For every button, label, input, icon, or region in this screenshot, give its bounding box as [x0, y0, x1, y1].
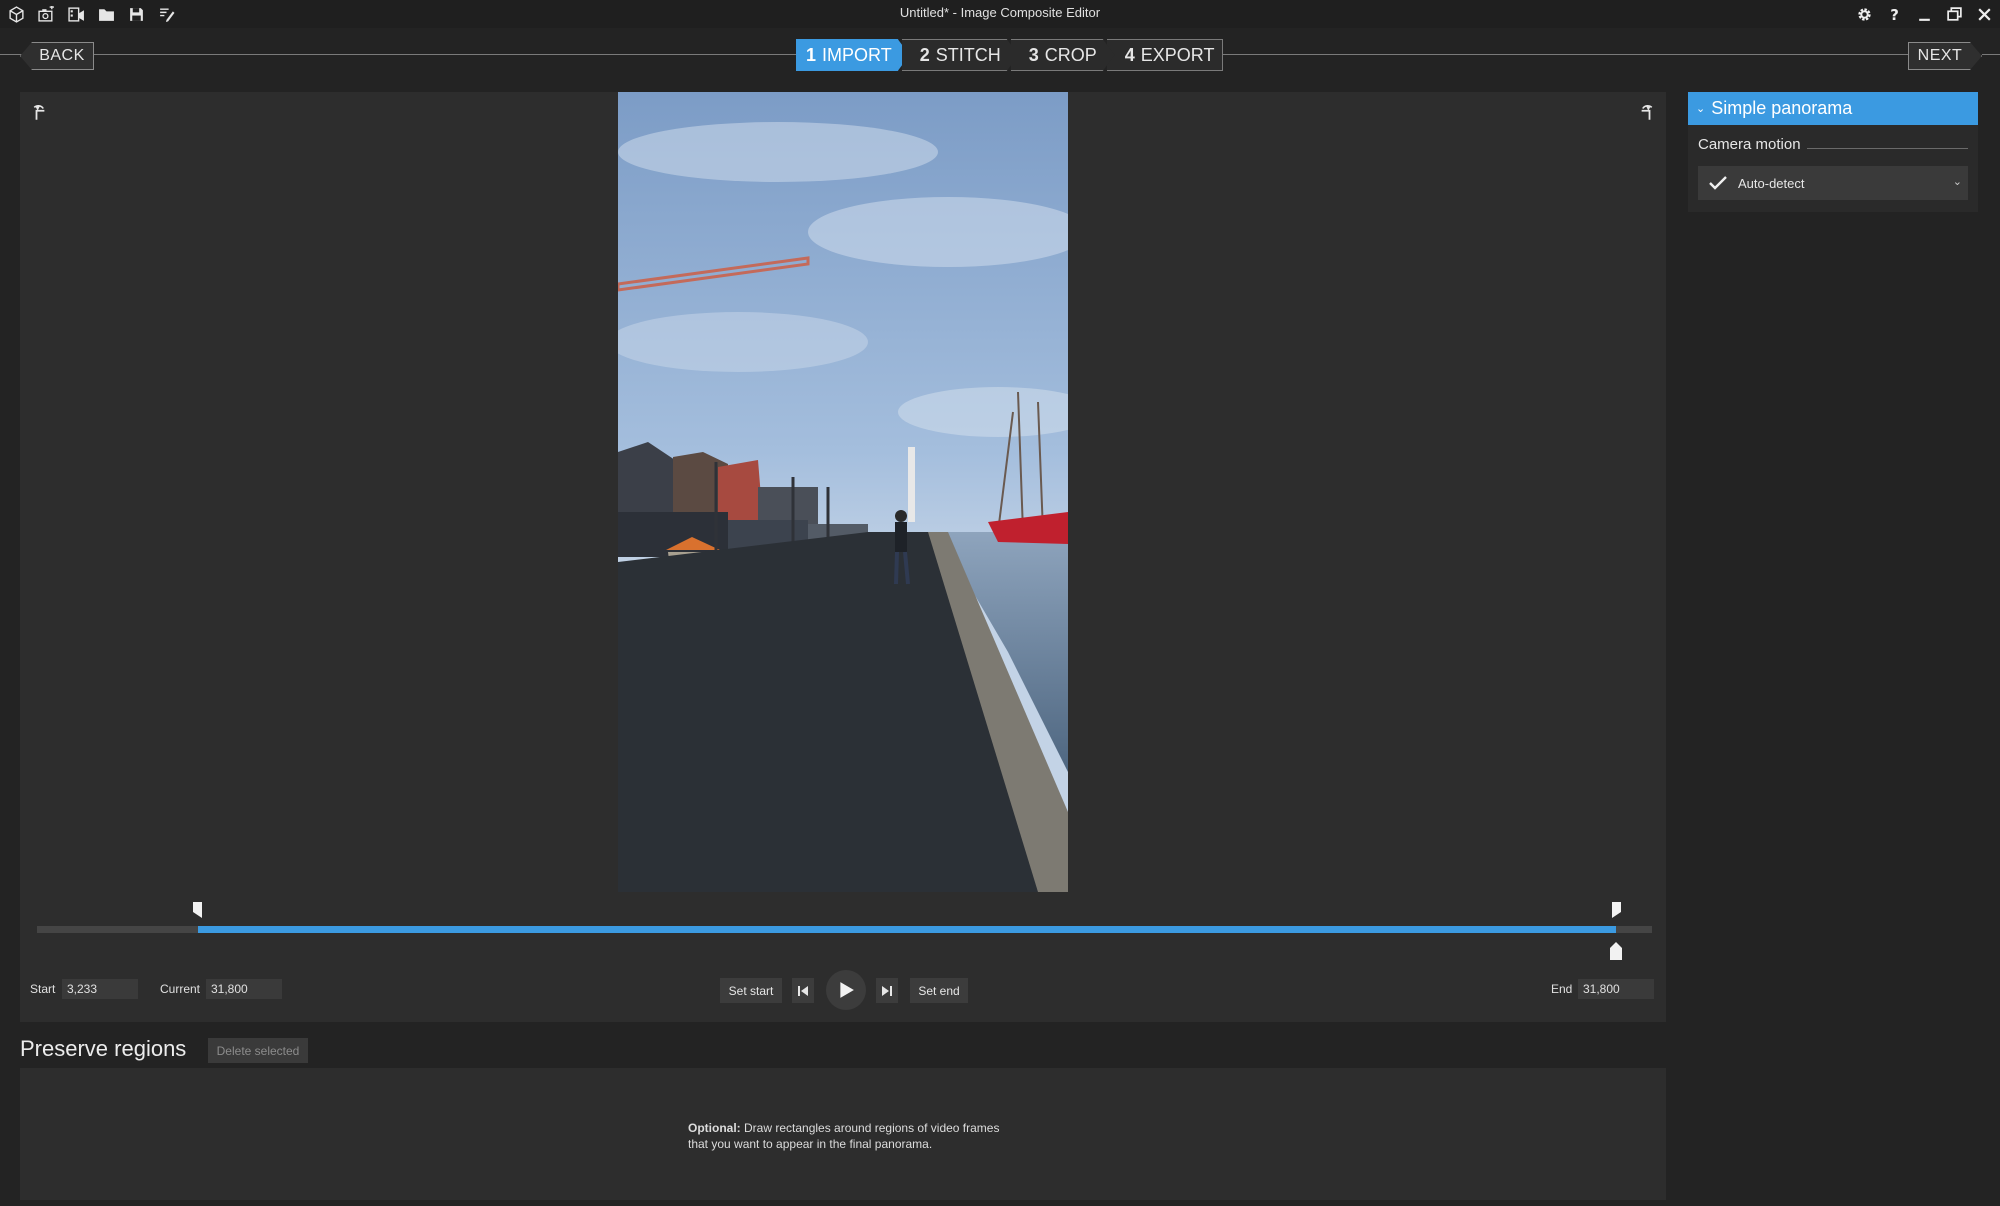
step-label: STITCH — [935, 44, 1001, 65]
tab-crop[interactable]: 3 CROP — [1011, 39, 1115, 71]
video-frame-preview[interactable] — [618, 92, 1068, 892]
step-label: IMPORT — [822, 44, 892, 65]
tab-export[interactable]: 4 EXPORT — [1106, 39, 1224, 71]
play-button[interactable] — [826, 970, 866, 1010]
delete-selected-button[interactable]: Delete selected — [208, 1038, 308, 1063]
chevron-down-icon: ⌄ — [1952, 176, 1962, 188]
camera-motion-value: Auto-detect — [1738, 175, 1805, 191]
back-button[interactable]: BACK — [20, 42, 94, 70]
step-tabs: 1 IMPORT 2 STITCH 3 CROP 4 EXPORT — [796, 39, 1224, 71]
nav-divider-line — [94, 54, 796, 55]
window-controls: ? — [1854, 3, 1994, 25]
simple-panorama-header[interactable]: ⌄ Simple panorama — [1688, 92, 1978, 125]
video-preview-panel: Start 3,233 Current 31,800 Set start Set… — [20, 92, 1666, 1022]
step-number: 2 — [919, 44, 930, 65]
hint-bold-label: Optional: — [688, 1121, 741, 1135]
title-bar: Untitled* - Image Composite Editor ? — [0, 0, 2000, 28]
panel-header-label: Simple panorama — [1711, 98, 1853, 118]
start-label: Start — [30, 982, 56, 996]
rotate-right-icon[interactable] — [1634, 102, 1656, 124]
nav-divider-line — [1204, 54, 1908, 55]
play-icon — [840, 982, 854, 998]
next-button[interactable]: NEXT — [1908, 42, 1982, 70]
camera-motion-dropdown[interactable]: Auto-detect ⌄ — [1698, 166, 1968, 200]
tab-stitch[interactable]: 2 STITCH — [902, 39, 1019, 71]
current-frame-field[interactable]: 31,800 — [206, 979, 282, 999]
panorama-settings-panel: ⌄ Simple panorama Camera motion Auto-det… — [1688, 92, 1978, 212]
preserve-regions-title: Preserve regions — [20, 1036, 187, 1061]
help-icon[interactable]: ? — [1884, 3, 1904, 25]
start-frame-field[interactable]: 3,233 — [62, 979, 138, 999]
nav-divider-line — [0, 54, 22, 55]
minimize-icon[interactable] — [1914, 3, 1934, 25]
restore-icon[interactable] — [1944, 3, 1964, 25]
checkmark-icon — [1698, 175, 1738, 191]
step-number: 1 — [806, 44, 817, 65]
step-number: 4 — [1124, 44, 1135, 65]
nav-divider-line — [1982, 54, 2000, 55]
skip-forward-icon — [882, 985, 892, 996]
gear-icon[interactable] — [1854, 3, 1874, 25]
skip-back-icon — [798, 985, 808, 996]
step-label: EXPORT — [1140, 44, 1215, 65]
next-frame-button[interactable] — [876, 978, 898, 1003]
preserve-regions-panel[interactable]: Optional: Draw rectangles around regions… — [20, 1068, 1666, 1200]
preserve-regions-hint: Optional: Draw rectangles around regions… — [688, 1120, 1008, 1152]
tab-import[interactable]: 1 IMPORT — [796, 39, 910, 71]
chevron-down-icon: ⌄ — [1696, 103, 1706, 115]
camera-motion-label: Camera motion — [1698, 136, 1807, 153]
previous-frame-button[interactable] — [792, 978, 814, 1003]
step-label: CROP — [1044, 44, 1097, 65]
window-title: Untitled* - Image Composite Editor — [899, 5, 1101, 20]
set-end-button[interactable]: Set end — [910, 978, 968, 1003]
current-label: Current — [160, 982, 201, 996]
timeline-selected-range[interactable] — [197, 926, 1617, 933]
step-number: 3 — [1028, 44, 1039, 65]
rotate-left-icon[interactable] — [30, 102, 52, 124]
end-label: End — [1551, 982, 1573, 996]
close-icon[interactable] — [1974, 3, 1994, 25]
end-frame-field[interactable]: 31,800 — [1578, 979, 1654, 999]
svg-text:?: ? — [1890, 6, 1899, 23]
workflow-navigation: BACK 1 IMPORT 2 STITCH 3 CROP 4 EXPORT N… — [0, 28, 2000, 82]
set-start-button[interactable]: Set start — [720, 978, 782, 1003]
